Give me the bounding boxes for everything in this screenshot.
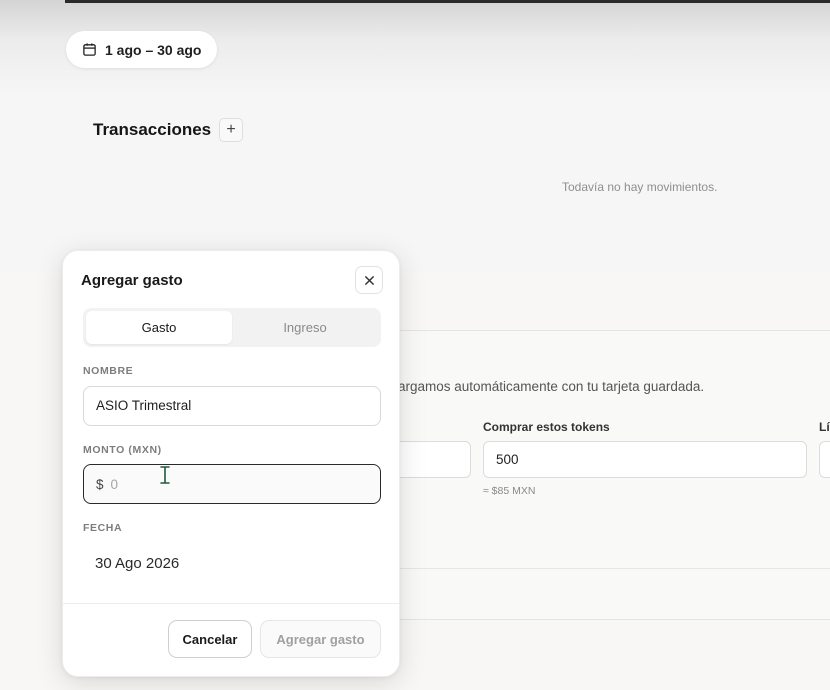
tokens-label: Comprar estos tokens (483, 420, 610, 434)
top-strip (65, 0, 830, 3)
calendar-icon (83, 43, 96, 56)
tab-ingreso[interactable]: Ingreso (232, 311, 378, 344)
card-divider (400, 568, 830, 569)
transactions-title: Transacciones (93, 120, 212, 139)
limit-input[interactable] (819, 441, 830, 478)
modal-footer-divider (63, 603, 399, 604)
date-range-label: 1 ago – 30 ago (105, 41, 202, 58)
cancel-button[interactable]: Cancelar (168, 620, 252, 658)
amount-label: MONTO (MXN) (83, 444, 162, 456)
add-expense-button[interactable]: Agregar gasto (260, 620, 381, 658)
close-button[interactable] (355, 266, 383, 294)
close-icon (364, 275, 374, 285)
date-range-button[interactable]: 1 ago – 30 ago (66, 31, 218, 68)
date-label: FECHA (83, 522, 123, 534)
add-expense-modal: Agregar gasto Gasto Ingreso NOMBRE ASIO … (62, 250, 400, 677)
currency-symbol: $ (96, 476, 104, 492)
limit-label: Lí (819, 420, 830, 434)
tokens-input[interactable]: 500 (483, 441, 807, 478)
add-transaction-button[interactable]: + (219, 118, 243, 142)
ibeam-cursor-icon (159, 465, 171, 485)
empty-state-text: Todavía no hay movimientos. (562, 180, 718, 194)
tab-gasto[interactable]: Gasto (86, 311, 232, 344)
type-segmented-control: Gasto Ingreso (83, 308, 381, 347)
auto-recharge-description: argamos automáticamente con tu tarjeta g… (398, 379, 705, 394)
tokens-price-hint: ≈ $85 MXN (483, 485, 536, 497)
amount-placeholder: 0 (110, 476, 119, 492)
name-label: NOMBRE (83, 365, 134, 377)
date-field[interactable]: 30 Ago 2026 (95, 555, 179, 572)
name-input[interactable]: ASIO Trimestral (83, 386, 381, 426)
modal-title: Agregar gasto (81, 272, 183, 289)
amount-input[interactable]: $ 0 (83, 464, 381, 504)
